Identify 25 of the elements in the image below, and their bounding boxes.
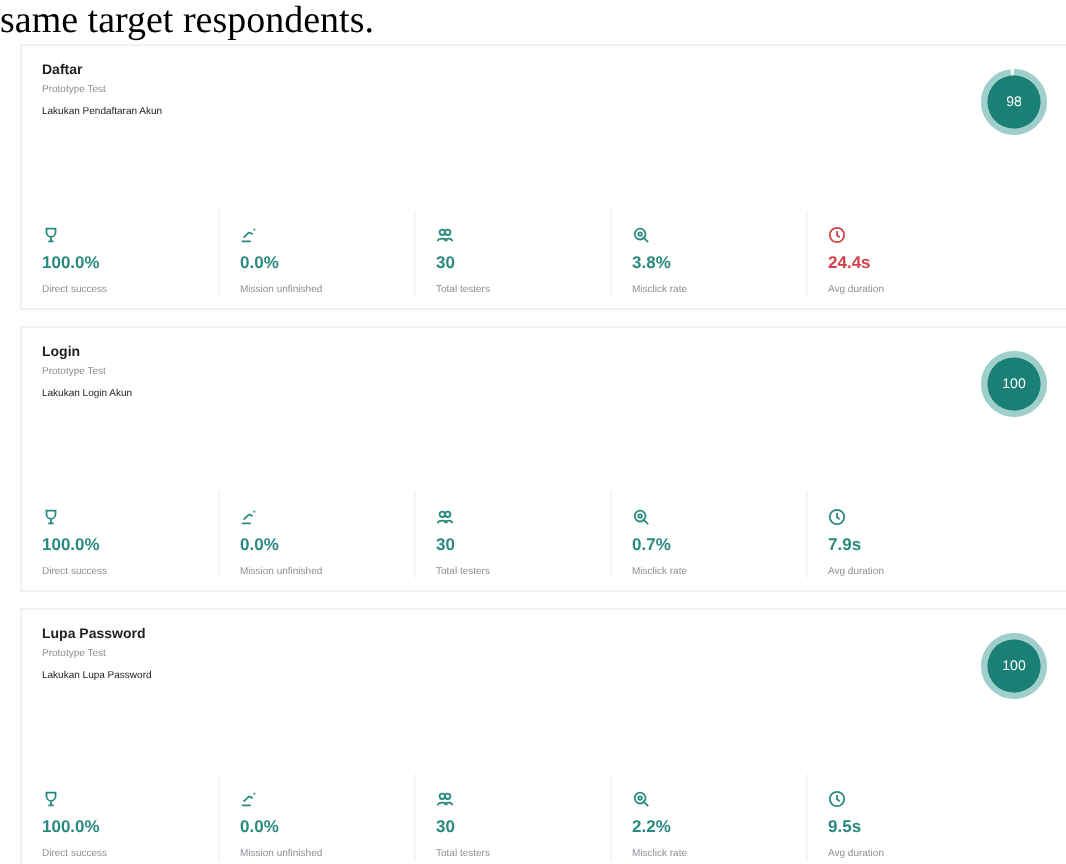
- clock-icon: [828, 508, 846, 526]
- metric-value: 9.5s: [828, 816, 864, 836]
- clock-icon: [828, 226, 846, 244]
- metric-value: 0.0%: [240, 252, 281, 272]
- metric-value: 7.9s: [828, 534, 864, 554]
- metric-value: 30: [436, 252, 457, 272]
- metric-value: 100.0%: [42, 534, 102, 554]
- metric-value: 0.7%: [632, 534, 673, 554]
- users-icon: [436, 508, 454, 526]
- metric-value: 24.4s: [828, 252, 873, 272]
- intro-text: same target respondents.: [0, 0, 376, 44]
- trophy-icon: [42, 790, 60, 808]
- metric-value: 2.2%: [632, 816, 673, 836]
- users-icon: [436, 790, 454, 808]
- trophy-icon: [42, 226, 60, 244]
- metric-value: 30: [436, 816, 457, 836]
- users-icon: [436, 226, 454, 244]
- metric-value: 100.0%: [42, 252, 102, 272]
- metric-value: 0.0%: [240, 534, 281, 554]
- metric-value: 0.0%: [240, 816, 281, 836]
- clock-icon: [828, 790, 846, 808]
- metric-value: 100.0%: [42, 816, 102, 836]
- metric-value: 3.8%: [632, 252, 673, 272]
- metric-value: 30: [436, 534, 457, 554]
- trophy-icon: [42, 508, 60, 526]
